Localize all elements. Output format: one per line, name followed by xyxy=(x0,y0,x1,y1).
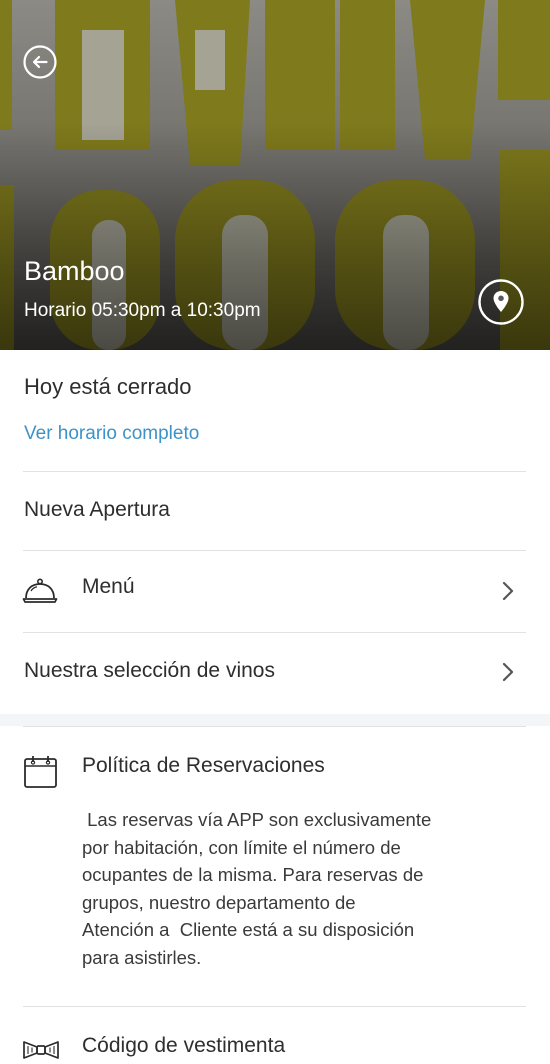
food-cloche-icon xyxy=(22,578,58,603)
location-pin-icon xyxy=(478,279,524,325)
section-separator xyxy=(0,714,550,726)
back-arrow-icon xyxy=(23,45,57,79)
list-item-nueva-apertura: Nueva Apertura xyxy=(0,472,550,550)
wine-selection-row[interactable]: Nuestra selección de vinos xyxy=(0,633,550,714)
hero-banner: Bamboo Horario 05:30pm a 10:30pm xyxy=(0,0,550,350)
menu-label: Menú xyxy=(82,575,135,598)
bow-tie-icon xyxy=(23,1041,59,1059)
restaurant-schedule: Horario 05:30pm a 10:30pm xyxy=(24,300,261,321)
nueva-apertura-label: Nueva Apertura xyxy=(24,498,170,521)
dress-code-title: Código de vestimenta xyxy=(82,1034,286,1057)
policy-title: Política de Reservaciones xyxy=(82,754,325,777)
back-button[interactable] xyxy=(22,44,58,80)
wine-selection-label: Nuestra selección de vinos xyxy=(24,659,275,682)
location-button[interactable] xyxy=(477,278,525,326)
chevron-right-icon xyxy=(502,581,514,601)
closed-status: Hoy está cerrado xyxy=(24,374,192,399)
calendar-icon xyxy=(24,756,57,788)
hero-overlay xyxy=(0,0,550,350)
divider xyxy=(23,726,526,727)
chevron-right-icon xyxy=(502,662,514,682)
restaurant-name: Bamboo xyxy=(24,256,125,286)
policy-description: Las reservas vía APP son exclusivamente … xyxy=(82,809,432,968)
full-schedule-link[interactable]: Ver horario completo xyxy=(24,423,199,445)
menu-row[interactable]: Menú xyxy=(0,551,550,632)
divider xyxy=(23,1006,526,1007)
